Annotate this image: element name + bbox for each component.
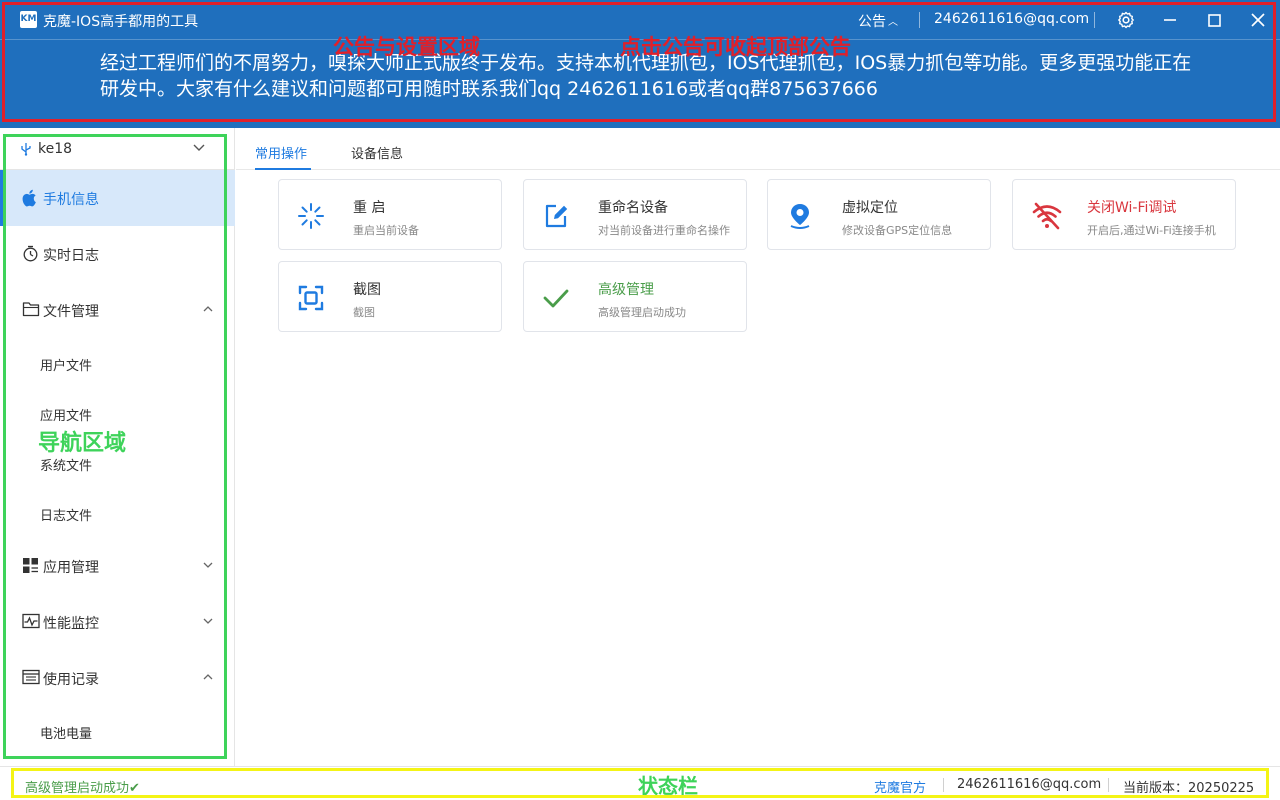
screenshot-icon (298, 285, 324, 311)
reboot-card[interactable]: 重 启 重启当前设备 (278, 179, 502, 250)
sidebar-subitem-label: 用户文件 (40, 359, 93, 374)
card-title: 关闭Wi-Fi调试 (1087, 200, 1177, 216)
screenshot-card[interactable]: 截图 截图 (278, 261, 502, 332)
check-icon (543, 289, 569, 308)
annotation-header-hint: 点击公告可收起顶部公告 (620, 35, 851, 59)
card-description: 重启当前设备 (353, 224, 419, 237)
notice-toggle-label: 公告 (858, 14, 886, 30)
status-bar: 高级管理启动成功✔ 状态栏 克魔官方 2462611616@qq.com 当前版… (0, 766, 1280, 800)
divider (1108, 778, 1109, 792)
sidebar-item-file-management[interactable]: 文件管理 (0, 282, 235, 338)
sidebar-item-app-management[interactable]: 应用管理 (0, 538, 235, 594)
sidebar-item-phone-info[interactable]: 手机信息 (0, 170, 235, 226)
main-content: 常用操作 设备信息 重 启 重启当前设备 重命名设备 对当前设备进行重命名操作 … (236, 128, 1280, 766)
sidebar-subitem-label: 电池电量 (40, 727, 93, 742)
header: KM 克魔-IOS高手都用的工具 公告 ︿ 2462611616@qq.com 经… (0, 0, 1280, 128)
close-icon[interactable] (1246, 8, 1270, 32)
sidebar-subitem-battery[interactable]: 电池电量 (0, 706, 235, 756)
location-pin-icon (790, 204, 810, 229)
sidebar-item-label: 性能监控 (43, 616, 99, 632)
app-window: KM 克魔-IOS高手都用的工具 公告 ︿ 2462611616@qq.com 经… (0, 0, 1280, 800)
monitor-icon (22, 613, 40, 629)
sidebar-item-label: 应用管理 (43, 560, 99, 576)
annotation-nav-area: 导航区域 (38, 431, 127, 456)
loading-spinner-icon (298, 203, 324, 229)
card-title: 截图 (353, 282, 381, 298)
card-description: 高级管理启动成功 (598, 306, 686, 319)
apple-icon (22, 189, 36, 207)
virtual-location-card[interactable]: 虚拟定位 修改设备GPS定位信息 (767, 179, 991, 250)
card-title: 高级管理 (598, 282, 654, 298)
chevron-down-icon (193, 144, 205, 151)
advanced-management-card[interactable]: 高级管理 高级管理启动成功 (523, 261, 747, 332)
official-site-link[interactable]: 克魔官方 (874, 777, 926, 796)
app-title: 克魔-IOS高手都用的工具 (43, 14, 199, 30)
chevron-down-icon (203, 562, 213, 568)
sidebar-subitem-label: 应用文件 (40, 409, 93, 424)
tab-common-operations[interactable]: 常用操作 (255, 143, 307, 162)
card-description: 截图 (353, 306, 375, 319)
tab-device-info[interactable]: 设备信息 (351, 143, 403, 162)
sidebar-item-label: 使用记录 (43, 672, 99, 688)
account-email[interactable]: 2462611616@qq.com (934, 11, 1089, 27)
tab-bar: 常用操作 设备信息 (236, 128, 1280, 170)
sidebar-item-performance-monitor[interactable]: 性能监控 (0, 594, 235, 650)
edit-icon (545, 204, 568, 228)
minimize-icon[interactable] (1158, 8, 1182, 32)
card-title: 重 启 (353, 200, 386, 216)
card-title: 虚拟定位 (842, 200, 898, 216)
rename-device-card[interactable]: 重命名设备 对当前设备进行重命名操作 (523, 179, 747, 250)
chevron-down-icon (203, 618, 213, 624)
sidebar-subitem-label: 系统文件 (40, 459, 93, 474)
sidebar-item-label: 手机信息 (43, 192, 99, 208)
log-timer-icon (23, 245, 38, 262)
version-label: 当前版本：20250225 (1123, 781, 1255, 796)
annotation-status-area: 状态栏 (638, 774, 698, 798)
divider (1094, 12, 1095, 28)
sidebar-item-realtime-log[interactable]: 实时日志 (0, 226, 235, 282)
usb-icon (21, 143, 31, 156)
annotation-header-area: 公告与设置区域 (333, 35, 480, 59)
sidebar-subitem-log-files[interactable]: 日志文件 (0, 488, 235, 538)
maximize-icon[interactable] (1202, 8, 1226, 32)
folder-icon (22, 302, 40, 317)
divider (919, 12, 920, 28)
app-logo: KM (20, 11, 37, 28)
notice-toggle-button[interactable]: 公告 ︿ (858, 11, 898, 31)
chevron-up-icon (203, 674, 213, 680)
device-name: ke18 (38, 141, 73, 157)
sidebar-item-label: 文件管理 (43, 304, 99, 320)
chevron-up-icon (203, 306, 213, 312)
active-tab-indicator (255, 168, 311, 170)
card-description: 修改设备GPS定位信息 (842, 224, 953, 237)
device-selector[interactable]: ke18 (0, 128, 235, 170)
sidebar-item-label: 实时日志 (43, 248, 99, 264)
status-email: 2462611616@qq.com (957, 777, 1102, 792)
apps-icon (23, 558, 38, 573)
chevron-up-icon: ︿ (888, 17, 898, 28)
wifi-debug-card[interactable]: 关闭Wi-Fi调试 开启后,通过Wi-Fi连接手机 (1012, 179, 1236, 250)
card-description: 对当前设备进行重命名操作 (598, 224, 730, 237)
gear-icon[interactable] (1114, 8, 1138, 32)
wifi-off-icon (1032, 202, 1062, 230)
status-message: 高级管理启动成功✔ (25, 781, 140, 796)
card-title: 重命名设备 (598, 200, 668, 216)
divider (943, 778, 944, 792)
sidebar-subitem-user-files[interactable]: 用户文件 (0, 338, 235, 388)
sidebar-subitem-label: 日志文件 (40, 509, 93, 524)
records-icon (22, 669, 40, 685)
sidebar-item-usage-records[interactable]: 使用记录 (0, 650, 235, 706)
card-description: 开启后,通过Wi-Fi连接手机 (1087, 224, 1216, 237)
